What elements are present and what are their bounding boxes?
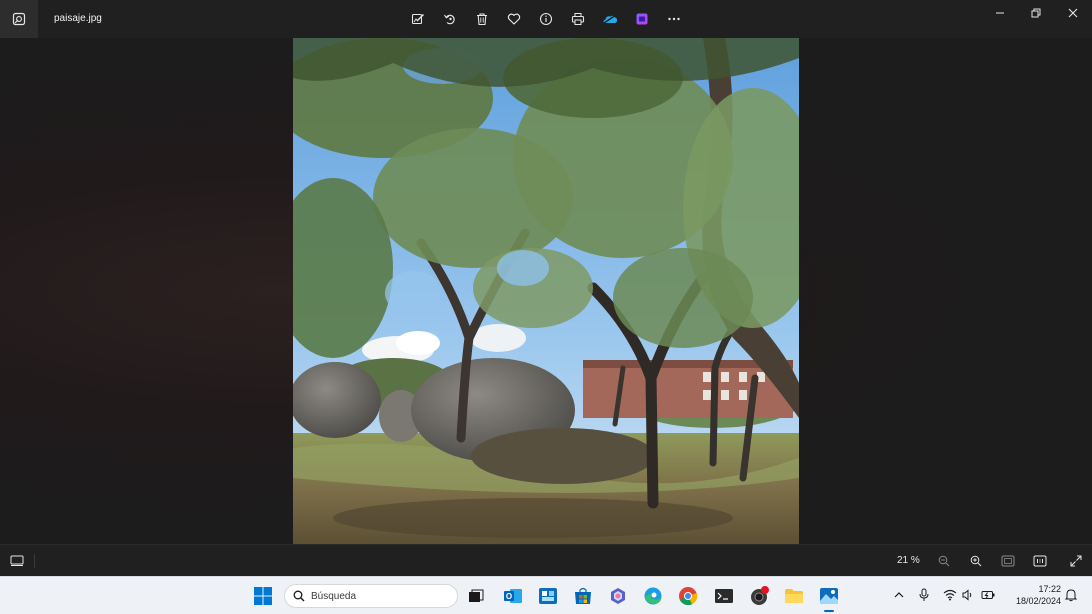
camera-icon	[751, 586, 769, 605]
camera-app[interactable]	[747, 584, 771, 608]
full-screen-button[interactable]	[1065, 550, 1087, 572]
minimize-button[interactable]	[981, 0, 1019, 26]
wifi-icon	[943, 589, 957, 601]
store-preview-app[interactable]	[536, 584, 560, 608]
fit-to-window-icon	[1001, 555, 1015, 567]
photos-app[interactable]	[817, 584, 841, 612]
show-hidden-icons-button[interactable]	[892, 588, 906, 602]
actual-size-button[interactable]	[1029, 550, 1051, 572]
chrome-icon	[679, 587, 698, 606]
file-info-button[interactable]	[534, 7, 558, 31]
onedrive-button[interactable]	[598, 7, 622, 31]
microphone-icon	[919, 588, 929, 601]
clipchamp-button[interactable]	[630, 7, 654, 31]
clock-date: 18/02/2024	[1015, 596, 1061, 606]
terminal-icon	[715, 589, 733, 603]
chevron-up-icon	[894, 592, 904, 598]
outlook-app[interactable]: O	[501, 584, 525, 608]
heart-icon	[507, 13, 521, 25]
search-icon	[293, 590, 305, 602]
zoom-out-button[interactable]	[933, 550, 955, 572]
expand-icon	[1070, 555, 1082, 567]
battery-charging-icon	[981, 591, 995, 599]
ellipsis-icon	[668, 17, 680, 21]
zoom-in-button[interactable]	[965, 550, 987, 572]
zoom-in-icon	[970, 555, 982, 567]
print-button[interactable]	[566, 7, 590, 31]
minimize-icon	[996, 12, 1004, 14]
restore-icon	[1031, 8, 1041, 18]
rotate-button[interactable]	[438, 7, 462, 31]
notifications-button[interactable]	[1064, 588, 1078, 602]
clipchamp-icon	[636, 13, 648, 25]
windows-logo-icon	[254, 587, 272, 605]
search-placeholder: Búsqueda	[311, 590, 357, 602]
trash-icon	[477, 13, 487, 26]
actual-size-icon	[1033, 555, 1047, 567]
taskbar-search[interactable]: Búsqueda	[284, 584, 458, 608]
wifi-button[interactable]	[943, 588, 957, 602]
active-app-indicator	[824, 610, 834, 612]
volume-button[interactable]	[961, 588, 975, 602]
microsoft-store-icon	[575, 587, 591, 604]
separator	[34, 554, 35, 568]
onedrive-icon	[603, 14, 618, 24]
chrome-app[interactable]	[676, 584, 700, 608]
svg-text:O: O	[506, 592, 512, 601]
printer-icon	[571, 13, 585, 25]
zoom-level: 21 %	[897, 555, 920, 566]
copilot-icon	[611, 588, 625, 604]
task-view-icon	[469, 589, 484, 602]
edit-image-icon	[411, 13, 424, 25]
close-icon	[1068, 8, 1078, 18]
photos-icon	[820, 588, 838, 604]
edge-app[interactable]	[641, 584, 665, 608]
edit-image-button[interactable]	[406, 7, 430, 31]
edge-icon	[644, 587, 662, 605]
taskbar-clock[interactable]: 17:22 18/02/2024	[1003, 583, 1061, 607]
image-viewer[interactable]	[0, 38, 1092, 568]
terminal-app[interactable]	[712, 584, 736, 608]
filmstrip-icon	[10, 555, 24, 566]
landscape-photo[interactable]	[293, 38, 799, 544]
info-icon	[539, 12, 553, 26]
microsoft-store-app[interactable]	[571, 584, 595, 608]
delete-button[interactable]	[470, 7, 494, 31]
fit-to-window-button[interactable]	[997, 550, 1019, 572]
folder-icon	[785, 589, 803, 603]
viewer-bottom-bar: 21 %	[0, 544, 1092, 576]
zoom-out-icon	[938, 555, 950, 567]
close-button[interactable]	[1054, 0, 1092, 26]
taskbar: Búsqueda O 17:22 18/02/2024	[0, 576, 1092, 614]
filmstrip-button[interactable]	[6, 550, 28, 572]
file-explorer-app[interactable]	[782, 584, 806, 608]
restore-button[interactable]	[1017, 0, 1055, 26]
notification-bell-icon	[1065, 589, 1077, 602]
battery-button[interactable]	[981, 588, 995, 602]
copilot-app[interactable]	[606, 584, 630, 608]
more-options-button[interactable]	[662, 7, 686, 31]
microphone-button[interactable]	[917, 588, 931, 602]
volume-icon	[962, 589, 972, 601]
favorite-button[interactable]	[502, 7, 526, 31]
store-preview-icon	[539, 588, 557, 604]
outlook-icon: O	[504, 589, 522, 603]
file-name: paisaje.jpg	[54, 13, 102, 24]
clock-time: 17:22	[1038, 584, 1061, 594]
task-view-button[interactable]	[464, 584, 488, 608]
title-bar: paisaje.jpg	[0, 0, 1092, 38]
image-toolbar	[406, 7, 686, 31]
start-button[interactable]	[251, 584, 275, 608]
photos-app-icon[interactable]	[0, 0, 38, 38]
rotate-icon	[444, 14, 455, 25]
